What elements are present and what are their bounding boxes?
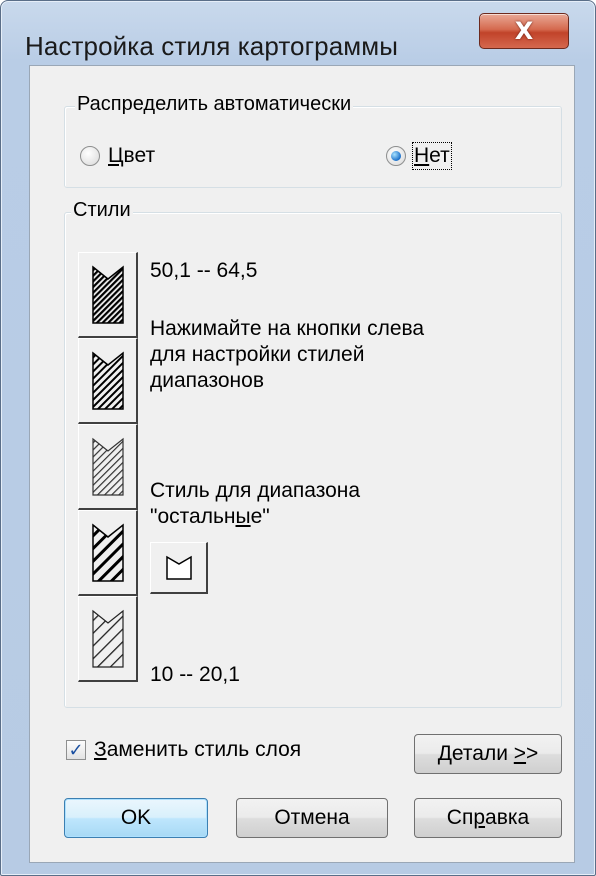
range-top-label: 50,1 -- 64,5 xyxy=(150,259,258,282)
radio-no-label: Нет xyxy=(412,142,452,170)
empty-style-icon xyxy=(165,555,192,580)
radio-color-circle[interactable] xyxy=(80,146,100,166)
radio-color[interactable]: Цвет xyxy=(80,144,155,168)
replace-layer-style-checkbox[interactable]: ✓ Заменить стиль слоя xyxy=(66,738,301,762)
medium-hatch-icon xyxy=(91,350,124,410)
other-range-label-1: Стиль для диапазона xyxy=(150,479,361,502)
auto-distribute-label: Распределить автоматически xyxy=(75,93,354,116)
close-button[interactable]: X xyxy=(479,13,569,49)
details-button[interactable]: Детали > > xyxy=(414,734,562,774)
style-button-3[interactable] xyxy=(78,424,138,510)
range-bottom-label: 10 -- 20,1 xyxy=(150,663,240,686)
window-title: Настройка стиля картограммы xyxy=(25,31,399,61)
other-range-style-button[interactable] xyxy=(150,542,208,594)
style-button-1[interactable] xyxy=(78,252,138,338)
styles-label: Стили xyxy=(71,199,133,222)
radio-color-label: Цвет xyxy=(108,144,156,167)
sparse-hatch-icon xyxy=(91,609,124,668)
wide-hatch-icon xyxy=(91,522,124,582)
cancel-button[interactable]: Отмена xyxy=(236,798,388,838)
style-button-5[interactable] xyxy=(78,596,138,682)
radio-no-circle[interactable] xyxy=(386,146,406,166)
hint-line-2: для настройки стилей xyxy=(150,343,365,366)
light-hatch-icon xyxy=(91,437,124,496)
other-range-label-2: "остальные" xyxy=(150,505,270,528)
close-icon: X xyxy=(514,17,534,45)
dense-hatch-icon xyxy=(91,264,124,324)
styles-group: Стили xyxy=(64,199,562,708)
style-button-4[interactable] xyxy=(78,510,138,596)
style-button-2[interactable] xyxy=(78,338,138,424)
style-buttons-column xyxy=(78,252,138,684)
replace-layer-style-label: Заменить стиль слоя xyxy=(94,738,302,761)
ok-button[interactable]: OK xyxy=(64,798,208,838)
radio-no[interactable]: Нет xyxy=(386,142,452,170)
help-button[interactable]: Сп р авка xyxy=(414,798,562,838)
dialog-client-area: Распределить автоматически Цвет Нет Стил… xyxy=(29,65,575,863)
hint-line-1: Нажимайте на кнопки слева xyxy=(150,317,425,340)
checkmark-icon[interactable]: ✓ xyxy=(66,740,86,760)
hint-line-3: диапазонов xyxy=(150,369,264,392)
dialog-window: Настройка стиля картограммы X Распредели… xyxy=(0,0,596,876)
